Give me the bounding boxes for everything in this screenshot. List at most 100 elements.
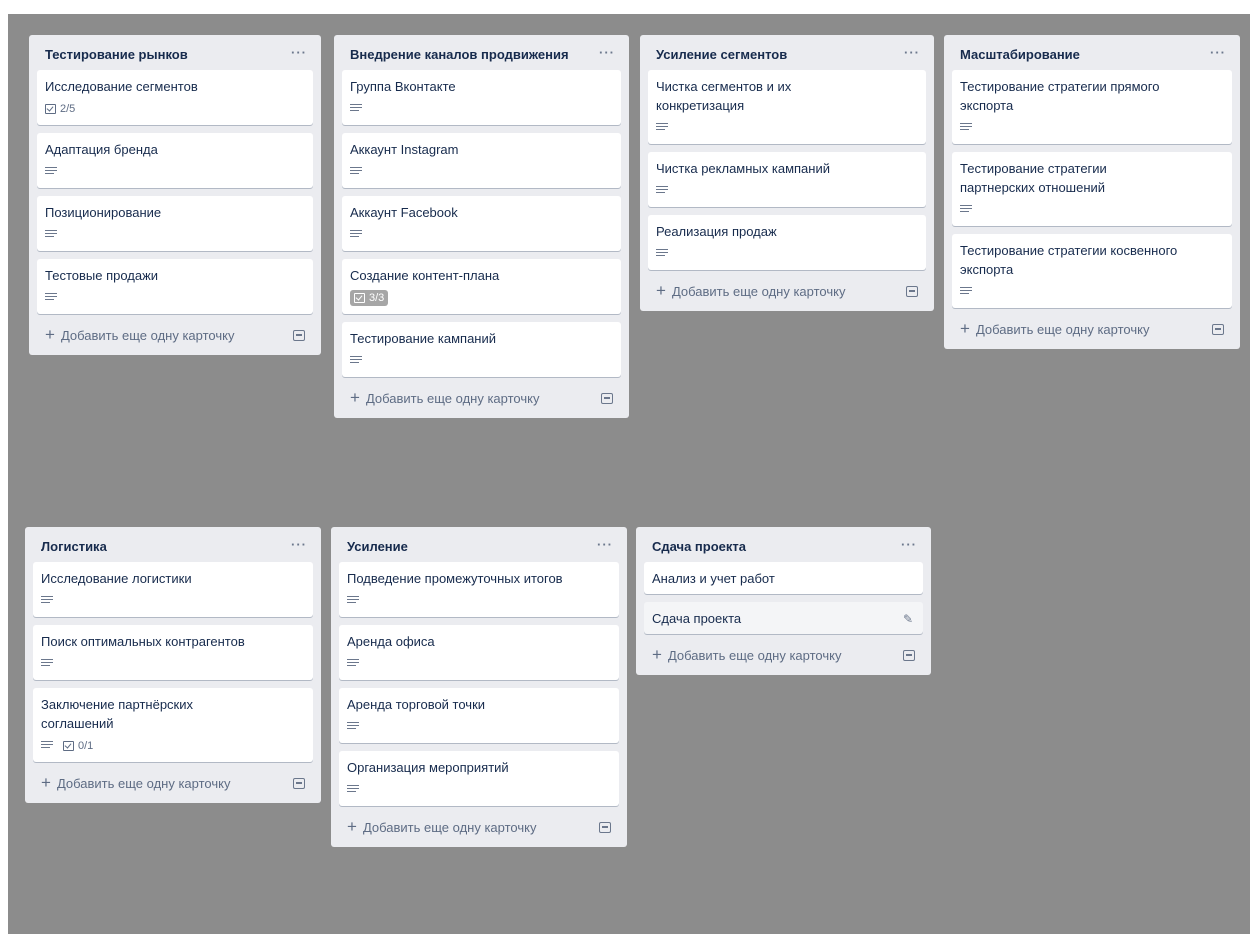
card-title: Тестирование стратегии косвенного экспор… <box>960 243 1178 277</box>
checklist-count: 3/3 <box>369 292 385 304</box>
list-header[interactable]: Тестирование рынков ··· <box>37 35 313 70</box>
description-icon <box>45 167 57 177</box>
card[interactable]: Тестирование стратегии косвенного экспор… <box>952 234 1232 308</box>
card-badges <box>960 118 1224 138</box>
card[interactable]: Чистка рекламных кампаний <box>648 152 926 207</box>
list-header[interactable]: Логистика ··· <box>33 527 313 562</box>
list-header[interactable]: Усиление ··· <box>339 527 619 562</box>
card[interactable]: Аккаунт Facebook <box>342 196 621 251</box>
card-badges: 0/1 <box>41 736 305 756</box>
ellipsis-icon[interactable]: ··· <box>291 44 307 62</box>
card[interactable]: Подведение промежуточных итогов <box>339 562 619 617</box>
card[interactable]: Тестирование стратегии партнерских отнош… <box>952 152 1232 226</box>
card-template-icon[interactable] <box>599 822 611 833</box>
add-card-label-wrap: + Добавить еще одну карточку <box>656 281 846 300</box>
list-title[interactable]: Масштабирование <box>960 47 1080 62</box>
list-title[interactable]: Усиление <box>347 539 408 554</box>
ellipsis-icon[interactable]: ··· <box>901 536 917 554</box>
ellipsis-icon[interactable]: ··· <box>291 536 307 554</box>
plus-icon: + <box>656 281 666 300</box>
card[interactable]: Исследование логистики <box>33 562 313 617</box>
list-title[interactable]: Логистика <box>41 539 107 554</box>
card[interactable]: Поиск оптимальных контрагентов <box>33 625 313 680</box>
card-template-icon[interactable] <box>1212 324 1224 335</box>
card[interactable]: Аренда торговой точки <box>339 688 619 743</box>
card[interactable]: Анализ и учет работ <box>644 562 923 594</box>
card-title: Группа Вконтакте <box>350 79 456 94</box>
card-title: Тестирование стратегии прямого экспорта <box>960 79 1160 113</box>
card-template-icon[interactable] <box>293 778 305 789</box>
add-card-label: Добавить еще одну карточку <box>671 284 846 299</box>
card-template-icon[interactable] <box>906 286 918 297</box>
card[interactable]: Позиционирование <box>37 196 313 251</box>
ellipsis-icon[interactable]: ··· <box>599 44 615 62</box>
card[interactable]: Организация мероприятий <box>339 751 619 806</box>
card-title: Реализация продаж <box>656 224 777 239</box>
list-title[interactable]: Внедрение каналов продвижения <box>350 47 569 62</box>
card[interactable]: Чистка сегментов и их конкретизация <box>648 70 926 144</box>
card[interactable]: Создание контент-плана 3/3 <box>342 259 621 314</box>
card-hovered[interactable]: Сдача проекта ✎ <box>644 602 923 634</box>
card[interactable]: Адаптация бренда <box>37 133 313 188</box>
card[interactable]: Тестовые продажи <box>37 259 313 314</box>
description-icon <box>41 596 53 606</box>
card-title: Создание контент-плана <box>350 268 500 283</box>
plus-icon: + <box>652 645 662 664</box>
card-title: Аккаунт Facebook <box>350 205 458 220</box>
card-title: Позиционирование <box>45 205 162 220</box>
card-title: Аренда торговой точки <box>347 697 486 712</box>
add-card-label: Добавить еще одну карточку <box>56 776 231 791</box>
add-card-label-wrap: + Добавить еще одну карточку <box>350 389 539 406</box>
add-card-button[interactable]: + Добавить еще одну карточку <box>37 322 313 347</box>
card[interactable]: Исследование сегментов 2/5 <box>37 70 313 125</box>
card-template-icon[interactable] <box>903 650 915 661</box>
card[interactable]: Аккаунт Instagram <box>342 133 621 188</box>
add-card-button[interactable]: + Добавить еще одну карточку <box>342 385 621 410</box>
add-card-button[interactable]: + Добавить еще одну карточку <box>339 814 619 839</box>
add-card-button[interactable]: + Добавить еще одну карточку <box>648 278 926 303</box>
list-title[interactable]: Сдача проекта <box>652 539 746 554</box>
add-card-button[interactable]: + Добавить еще одну карточку <box>33 770 313 795</box>
ellipsis-icon[interactable]: ··· <box>597 536 613 554</box>
list-header[interactable]: Внедрение каналов продвижения ··· <box>342 35 621 70</box>
list-header[interactable]: Сдача проекта ··· <box>644 527 923 562</box>
add-card-button[interactable]: + Добавить еще одну карточку <box>644 642 923 667</box>
pencil-icon[interactable]: ✎ <box>903 612 913 626</box>
list-masshtabirovanie: Масштабирование ··· Тестирование стратег… <box>944 35 1240 349</box>
card[interactable]: Заключение партнёрских соглашений 0/1 <box>33 688 313 762</box>
ellipsis-icon[interactable]: ··· <box>1210 44 1226 62</box>
card-badges <box>350 99 613 119</box>
list-header[interactable]: Усиление сегментов ··· <box>648 35 926 70</box>
card-template-icon[interactable] <box>601 393 613 404</box>
description-icon <box>960 287 972 297</box>
list-title[interactable]: Тестирование рынков <box>45 47 188 62</box>
board: Тестирование рынков ··· Исследование сег… <box>8 14 1250 934</box>
card-title: Исследование сегментов <box>45 79 198 94</box>
card[interactable]: Тестирование стратегии прямого экспорта <box>952 70 1232 144</box>
add-card-button[interactable]: + Добавить еще одну карточку <box>952 316 1232 341</box>
card[interactable]: Аренда офиса <box>339 625 619 680</box>
list-header[interactable]: Масштабирование ··· <box>952 35 1232 70</box>
card[interactable]: Группа Вконтакте <box>342 70 621 125</box>
card-badges <box>656 244 918 264</box>
description-icon <box>45 293 57 303</box>
description-icon <box>960 123 972 133</box>
card-title: Исследование логистики <box>41 571 192 586</box>
ellipsis-icon[interactable]: ··· <box>904 44 920 62</box>
card-title: Поиск оптимальных контрагентов <box>41 634 245 649</box>
add-card-label-wrap: + Добавить еще одну карточку <box>347 817 536 836</box>
card[interactable]: Тестирование кампаний <box>342 322 621 377</box>
checklist-badge-complete: 3/3 <box>350 290 389 306</box>
card[interactable]: Реализация продаж <box>648 215 926 270</box>
list-title[interactable]: Усиление сегментов <box>656 47 787 62</box>
list-usilenie: Усиление ··· Подведение промежуточных ит… <box>331 527 627 847</box>
description-icon <box>656 249 668 259</box>
description-icon <box>45 230 57 240</box>
card-template-icon[interactable] <box>293 330 305 341</box>
description-icon <box>350 104 362 114</box>
add-card-label-wrap: + Добавить еще одну карточку <box>652 645 841 664</box>
card-title: Аренда офиса <box>347 634 435 649</box>
add-card-label: Добавить еще одну карточку <box>975 322 1150 337</box>
plus-icon: + <box>347 817 357 836</box>
checklist-badge: 0/1 <box>63 740 93 752</box>
